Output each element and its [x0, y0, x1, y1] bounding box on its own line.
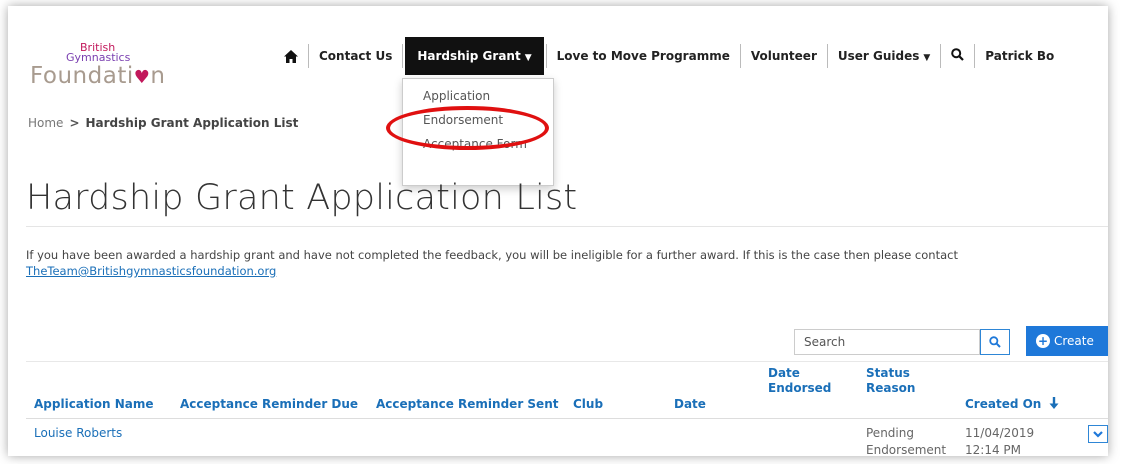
row-created-time: 12:14 PM [965, 443, 1021, 456]
nav-divider [940, 44, 942, 68]
nav-contact-us[interactable]: Contact Us [319, 49, 392, 63]
breadcrumb-home[interactable]: Home [28, 116, 63, 130]
th-created-on-label: Created On [965, 397, 1042, 411]
caret-down-icon: ▼ [524, 53, 532, 63]
search-icon [989, 336, 1001, 348]
nav-divider [402, 44, 404, 68]
th-club[interactable]: Club [573, 397, 603, 412]
dropdown-item-application[interactable]: Application [423, 89, 490, 103]
header-divider [26, 418, 1108, 419]
nav-divider [739, 44, 741, 68]
th-date-endorsed-line1: Date [768, 366, 800, 380]
toolbar-divider [26, 361, 1108, 362]
red-highlight-circle [386, 106, 549, 150]
th-status-reason-line1: Status [866, 366, 910, 380]
app-frame: British Gymnastics Foundati♥n Contact Us… [8, 6, 1108, 456]
th-date-endorsed-line2: Endorsed [768, 381, 832, 395]
top-nav: Contact Us Hardship Grant ▼ Love to Move … [284, 36, 1054, 76]
search-input[interactable]: Search [794, 329, 980, 355]
row-status-reason: Pending Endorsement [866, 425, 946, 456]
th-application-name[interactable]: Application Name [34, 397, 154, 412]
logo-line-3: Foundati♥n [30, 62, 165, 92]
logo-text-a: Foundati [30, 63, 134, 89]
logo-text-b: n [150, 63, 166, 89]
create-label: Create [1054, 334, 1094, 348]
th-acceptance-reminder-sent[interactable]: Acceptance Reminder Sent [376, 397, 558, 412]
th-date-endorsed[interactable]: Date Endorsed [768, 366, 831, 396]
nav-hardship-grant-label: Hardship Grant [417, 49, 521, 63]
nav-divider [826, 44, 828, 68]
nav-love-to-move[interactable]: Love to Move Programme [557, 49, 730, 63]
search-button[interactable] [980, 329, 1010, 355]
th-status-reason-line2: Reason [866, 381, 916, 395]
row-status-line2: Endorsement [866, 443, 947, 456]
nav-user-guides[interactable]: User Guides ▼ [838, 49, 930, 63]
chevron-down-icon [1093, 430, 1103, 438]
nav-divider [308, 44, 309, 68]
breadcrumb: Home > Hardship Grant Application List [28, 116, 298, 130]
contact-email-link[interactable]: TheTeam@Britishgymnasticsfoundation.org [26, 264, 276, 278]
search-icon[interactable] [951, 48, 965, 64]
foundation-logo[interactable]: British Gymnastics Foundati♥n [30, 42, 170, 92]
title-divider [26, 226, 1108, 227]
breadcrumb-current: Hardship Grant Application List [85, 116, 299, 130]
info-message: If you have been awarded a hardship gran… [26, 247, 1086, 279]
nav-divider [545, 44, 547, 68]
info-text: If you have been awarded a hardship gran… [26, 248, 958, 262]
row-actions-button[interactable] [1088, 425, 1108, 443]
sort-down-icon [1049, 397, 1059, 409]
th-status-reason[interactable]: Status Reason [866, 366, 915, 396]
caret-down-icon: ▼ [923, 53, 931, 63]
nav-divider [974, 44, 976, 68]
breadcrumb-separator: > [69, 116, 80, 130]
row-created-date: 11/04/2019 [965, 426, 1035, 440]
th-acceptance-reminder-due[interactable]: Acceptance Reminder Due [180, 397, 358, 412]
th-date[interactable]: Date [674, 397, 706, 412]
nav-hardship-grant[interactable]: Hardship Grant ▼ [405, 37, 544, 75]
plus-circle-icon: + [1036, 334, 1050, 348]
heart-icon: ♥ [133, 67, 151, 88]
row-created-on: 11/04/2019 12:14 PM [965, 425, 1034, 456]
home-icon[interactable] [284, 49, 298, 63]
nav-user-name[interactable]: Patrick Bo [985, 49, 1054, 63]
nav-user-guides-label: User Guides [837, 49, 920, 63]
create-button[interactable]: + Create [1026, 326, 1108, 356]
row-application-name[interactable]: Louise Roberts [34, 425, 122, 442]
th-created-on[interactable]: Created On [965, 397, 1059, 412]
row-status-line1: Pending [866, 426, 914, 440]
page-title: Hardship Grant Application List [26, 178, 578, 218]
nav-volunteer[interactable]: Volunteer [751, 49, 817, 63]
